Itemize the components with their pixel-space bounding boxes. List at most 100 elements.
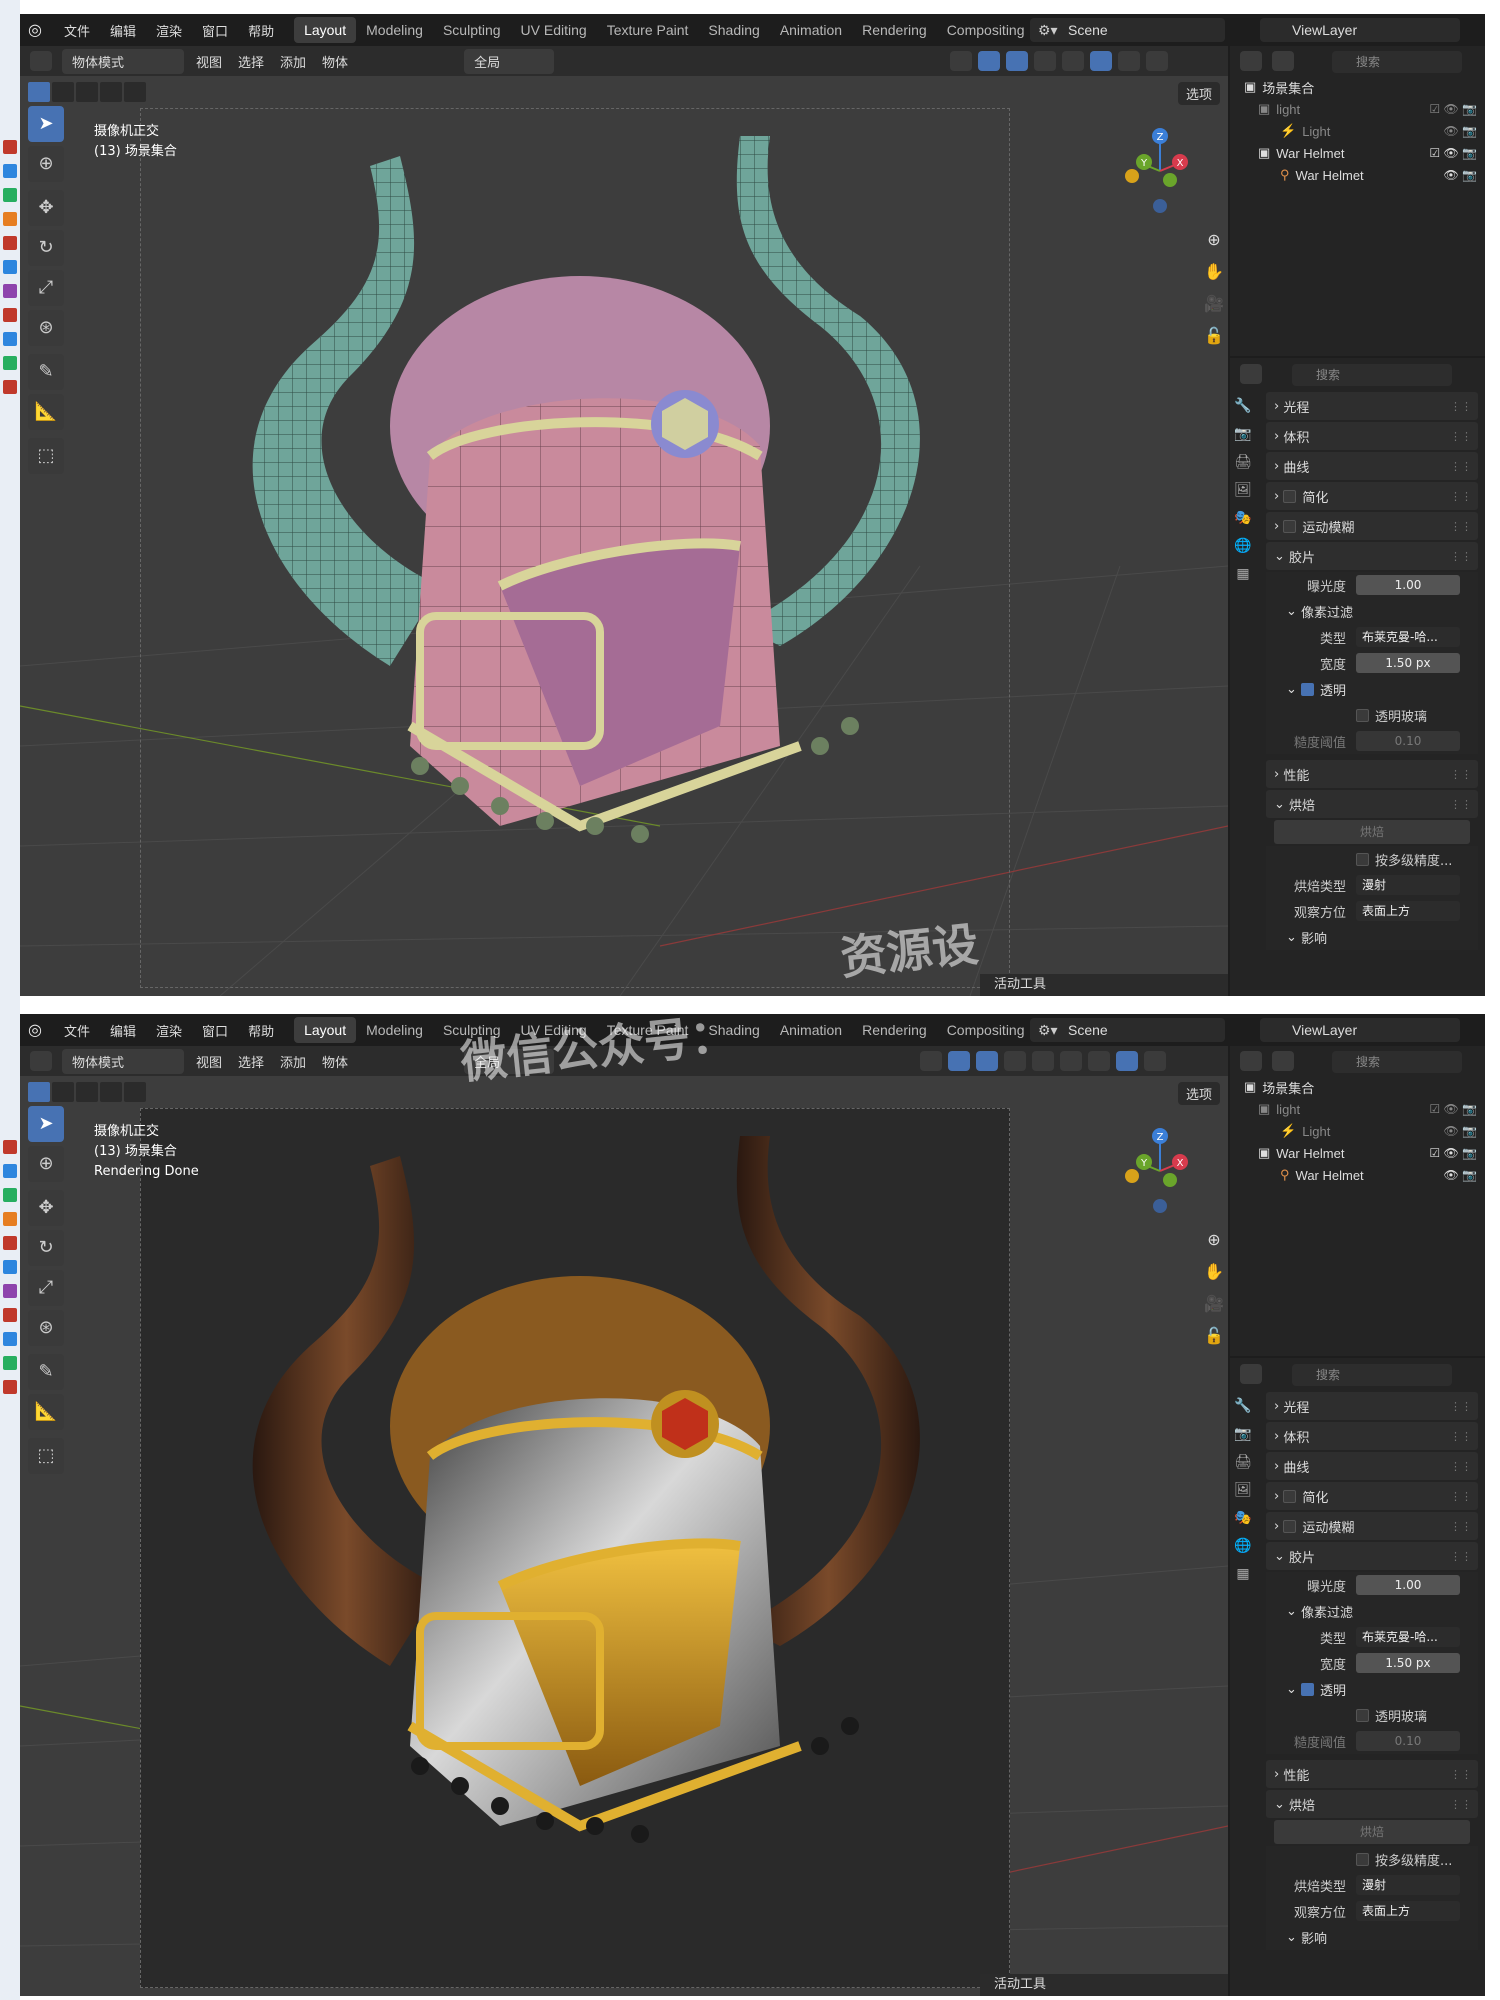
scale-tool-icon[interactable]: ⤢ xyxy=(28,1270,64,1306)
tab-layout[interactable]: Layout xyxy=(294,1017,357,1043)
menu-window[interactable]: 窗口 xyxy=(192,21,238,40)
cursor-tool-icon[interactable]: ⊕ xyxy=(28,1146,64,1182)
tab-rendering[interactable]: Rendering xyxy=(852,17,937,43)
zoom-icon[interactable]: ⊕ xyxy=(1200,226,1228,254)
row-toggles[interactable]: ☑ 👁 📷 xyxy=(1429,102,1477,116)
camera-view-icon[interactable]: 🎥 xyxy=(1200,290,1228,318)
options-dropdown[interactable]: 选项 xyxy=(1177,1082,1220,1105)
pause-render-icon[interactable] xyxy=(1144,1051,1166,1071)
view-layer-tab-icon[interactable]: 🖼 xyxy=(1230,1476,1256,1504)
move-tool-icon[interactable]: ✥ xyxy=(28,190,64,226)
panel-motion-blur[interactable]: › 运动模糊 ⋮⋮ xyxy=(1266,512,1478,540)
select-extend-icon[interactable] xyxy=(52,1082,74,1102)
tab-animation[interactable]: Animation xyxy=(770,1017,852,1043)
3d-viewport[interactable]: 物体模式 视图 选择 添加 物体 全局 选项 ➤ ⊕ ✥ ↻ ⤢ ⊛ ✎ 📐 ⬚… xyxy=(20,1046,1228,1996)
active-tool-panel[interactable]: 活动工具 xyxy=(980,1974,1228,1996)
row-toggles[interactable]: ☑ 👁 📷 xyxy=(1429,1146,1477,1160)
outliner-root-row[interactable]: ▣ 场景集合 xyxy=(1230,1076,1485,1098)
panel-volumes[interactable]: › 体积 ⋮⋮ xyxy=(1266,1422,1478,1450)
scale-tool-icon[interactable]: ⤢ xyxy=(28,270,64,306)
select-box-icon[interactable] xyxy=(28,82,50,102)
shading-material-icon[interactable] xyxy=(1088,1051,1110,1071)
outliner-editor-icon[interactable] xyxy=(1240,1051,1262,1071)
menu-view[interactable]: 视图 xyxy=(196,52,222,71)
influence-subpanel[interactable]: ⌄ 影响 xyxy=(1266,924,1478,950)
select-tool-icon[interactable]: ➤ xyxy=(28,1106,64,1142)
panel-light-paths[interactable]: › 光程 ⋮⋮ xyxy=(1266,392,1478,420)
panel-simplify[interactable]: › 简化 ⋮⋮ xyxy=(1266,482,1478,510)
row-toggles[interactable]: 👁 📷 xyxy=(1443,124,1477,138)
tab-animation[interactable]: Animation xyxy=(770,17,852,43)
outliner-root-row[interactable]: ▣ 场景集合 xyxy=(1230,76,1485,98)
transparent-checkbox[interactable] xyxy=(1301,682,1315,696)
overlay-toggle-icon[interactable] xyxy=(976,1051,998,1071)
scene-tab-icon[interactable]: 🎭 xyxy=(1230,1504,1256,1532)
scene-tab-icon[interactable]: 🎭 xyxy=(1230,504,1256,532)
outliner-row-light-object[interactable]: ⚡ Light 👁 📷 xyxy=(1230,120,1485,142)
select-extend-icon[interactable] xyxy=(52,82,74,102)
navigation-gizmo[interactable]: Z Y X xyxy=(1120,1126,1200,1216)
panel-film[interactable]: ⌄ 胶片 ⋮⋮ xyxy=(1266,1542,1478,1570)
render-tab-icon[interactable]: 📷 xyxy=(1230,1420,1256,1448)
panel-bake[interactable]: ⌄ 烘焙 ⋮⋮ xyxy=(1266,790,1478,818)
visibility-icon[interactable] xyxy=(950,51,972,71)
outliner-row-helmet-collection[interactable]: ▣ War Helmet ☑ 👁 📷 xyxy=(1230,142,1485,164)
options-dropdown[interactable]: 选项 xyxy=(1177,82,1220,105)
world-tab-icon[interactable]: 🌐 xyxy=(1230,1532,1256,1560)
panel-curves[interactable]: › 曲线 ⋮⋮ xyxy=(1266,452,1478,480)
menu-window[interactable]: 窗口 xyxy=(192,1021,238,1040)
outliner-row-helmet-object[interactable]: ⚲ War Helmet 👁 📷 xyxy=(1230,1164,1485,1186)
row-toggles[interactable]: 👁 📷 xyxy=(1443,1124,1477,1138)
move-tool-icon[interactable]: ✥ xyxy=(28,1190,64,1226)
outliner-row-light-object[interactable]: ⚡ Light 👁 📷 xyxy=(1230,1120,1485,1142)
outliner-search-input[interactable]: 搜索 xyxy=(1332,51,1462,73)
transform-tool-icon[interactable]: ⊛ xyxy=(28,1310,64,1346)
output-tab-icon[interactable]: 🖨 xyxy=(1230,448,1256,476)
shading-wireframe-icon[interactable] xyxy=(1032,1051,1054,1071)
transparent-glass-checkbox[interactable] xyxy=(1356,708,1369,722)
blender-logo-icon[interactable]: ◎ xyxy=(28,20,48,40)
cursor-tool-icon[interactable]: ⊕ xyxy=(28,146,64,182)
select-tool-icon[interactable]: ➤ xyxy=(28,106,64,142)
shading-material-icon[interactable] xyxy=(1118,51,1140,71)
select-intersect-icon[interactable] xyxy=(124,82,146,102)
annotate-tool-icon[interactable]: ✎ xyxy=(28,1354,64,1390)
gizmo-toggle-icon[interactable] xyxy=(948,1051,970,1071)
rotate-tool-icon[interactable]: ↻ xyxy=(28,230,64,266)
tab-rendering[interactable]: Rendering xyxy=(852,1017,937,1043)
row-toggles[interactable]: 👁 📷 xyxy=(1443,168,1477,182)
outliner-row-light-collection[interactable]: ▣ light ☑ 👁 📷 xyxy=(1230,98,1485,120)
select-box-icon[interactable] xyxy=(28,1082,50,1102)
bake-button[interactable]: 烘焙 xyxy=(1274,1820,1470,1844)
bake-type-dropdown[interactable]: 漫射 xyxy=(1356,1875,1460,1895)
outliner-display-mode-icon[interactable] xyxy=(1272,51,1294,71)
rotate-tool-icon[interactable]: ↻ xyxy=(28,1230,64,1266)
select-subtract-icon[interactable] xyxy=(76,1082,98,1102)
tool-tab-icon[interactable]: 🔧 xyxy=(1230,1392,1256,1420)
transparent-checkbox[interactable] xyxy=(1301,1682,1315,1696)
add-cube-tool-icon[interactable]: ⬚ xyxy=(28,1438,64,1474)
menu-edit[interactable]: 编辑 xyxy=(100,1021,146,1040)
mode-selector[interactable]: 物体模式 xyxy=(62,48,184,74)
render-tab-icon[interactable]: 📷 xyxy=(1230,420,1256,448)
filter-width-field[interactable]: 1.50 px xyxy=(1356,1653,1460,1673)
transparent-subpanel[interactable]: ⌄ 透明 xyxy=(1266,1676,1478,1702)
outliner-editor-icon[interactable] xyxy=(1240,51,1262,71)
outliner-search-input[interactable]: 搜索 xyxy=(1332,1051,1462,1073)
outliner-row-helmet-collection[interactable]: ▣ War Helmet ☑ 👁 📷 xyxy=(1230,1142,1485,1164)
tab-compositing[interactable]: Compositing xyxy=(937,1017,1035,1043)
panel-curves[interactable]: › 曲线 ⋮⋮ xyxy=(1266,1452,1478,1480)
lock-icon[interactable]: 🔓 xyxy=(1200,322,1228,350)
bake-type-dropdown[interactable]: 漫射 xyxy=(1356,875,1460,895)
tool-tab-icon[interactable]: 🔧 xyxy=(1230,392,1256,420)
output-tab-icon[interactable]: 🖨 xyxy=(1230,1448,1256,1476)
menu-help[interactable]: 帮助 xyxy=(238,21,284,40)
shading-rendered-icon[interactable] xyxy=(1116,1051,1138,1071)
shading-solid-icon[interactable] xyxy=(1060,1051,1082,1071)
pixel-filter-subpanel[interactable]: ⌄ 像素过滤 xyxy=(1266,1598,1478,1624)
menu-help[interactable]: 帮助 xyxy=(238,1021,284,1040)
panel-performance[interactable]: › 性能 ⋮⋮ xyxy=(1266,1760,1478,1788)
blender-logo-icon[interactable]: ◎ xyxy=(28,1020,48,1040)
gizmo-toggle-icon[interactable] xyxy=(978,51,1000,71)
scene-selector[interactable]: ⚙▾ Scene xyxy=(1030,18,1225,42)
